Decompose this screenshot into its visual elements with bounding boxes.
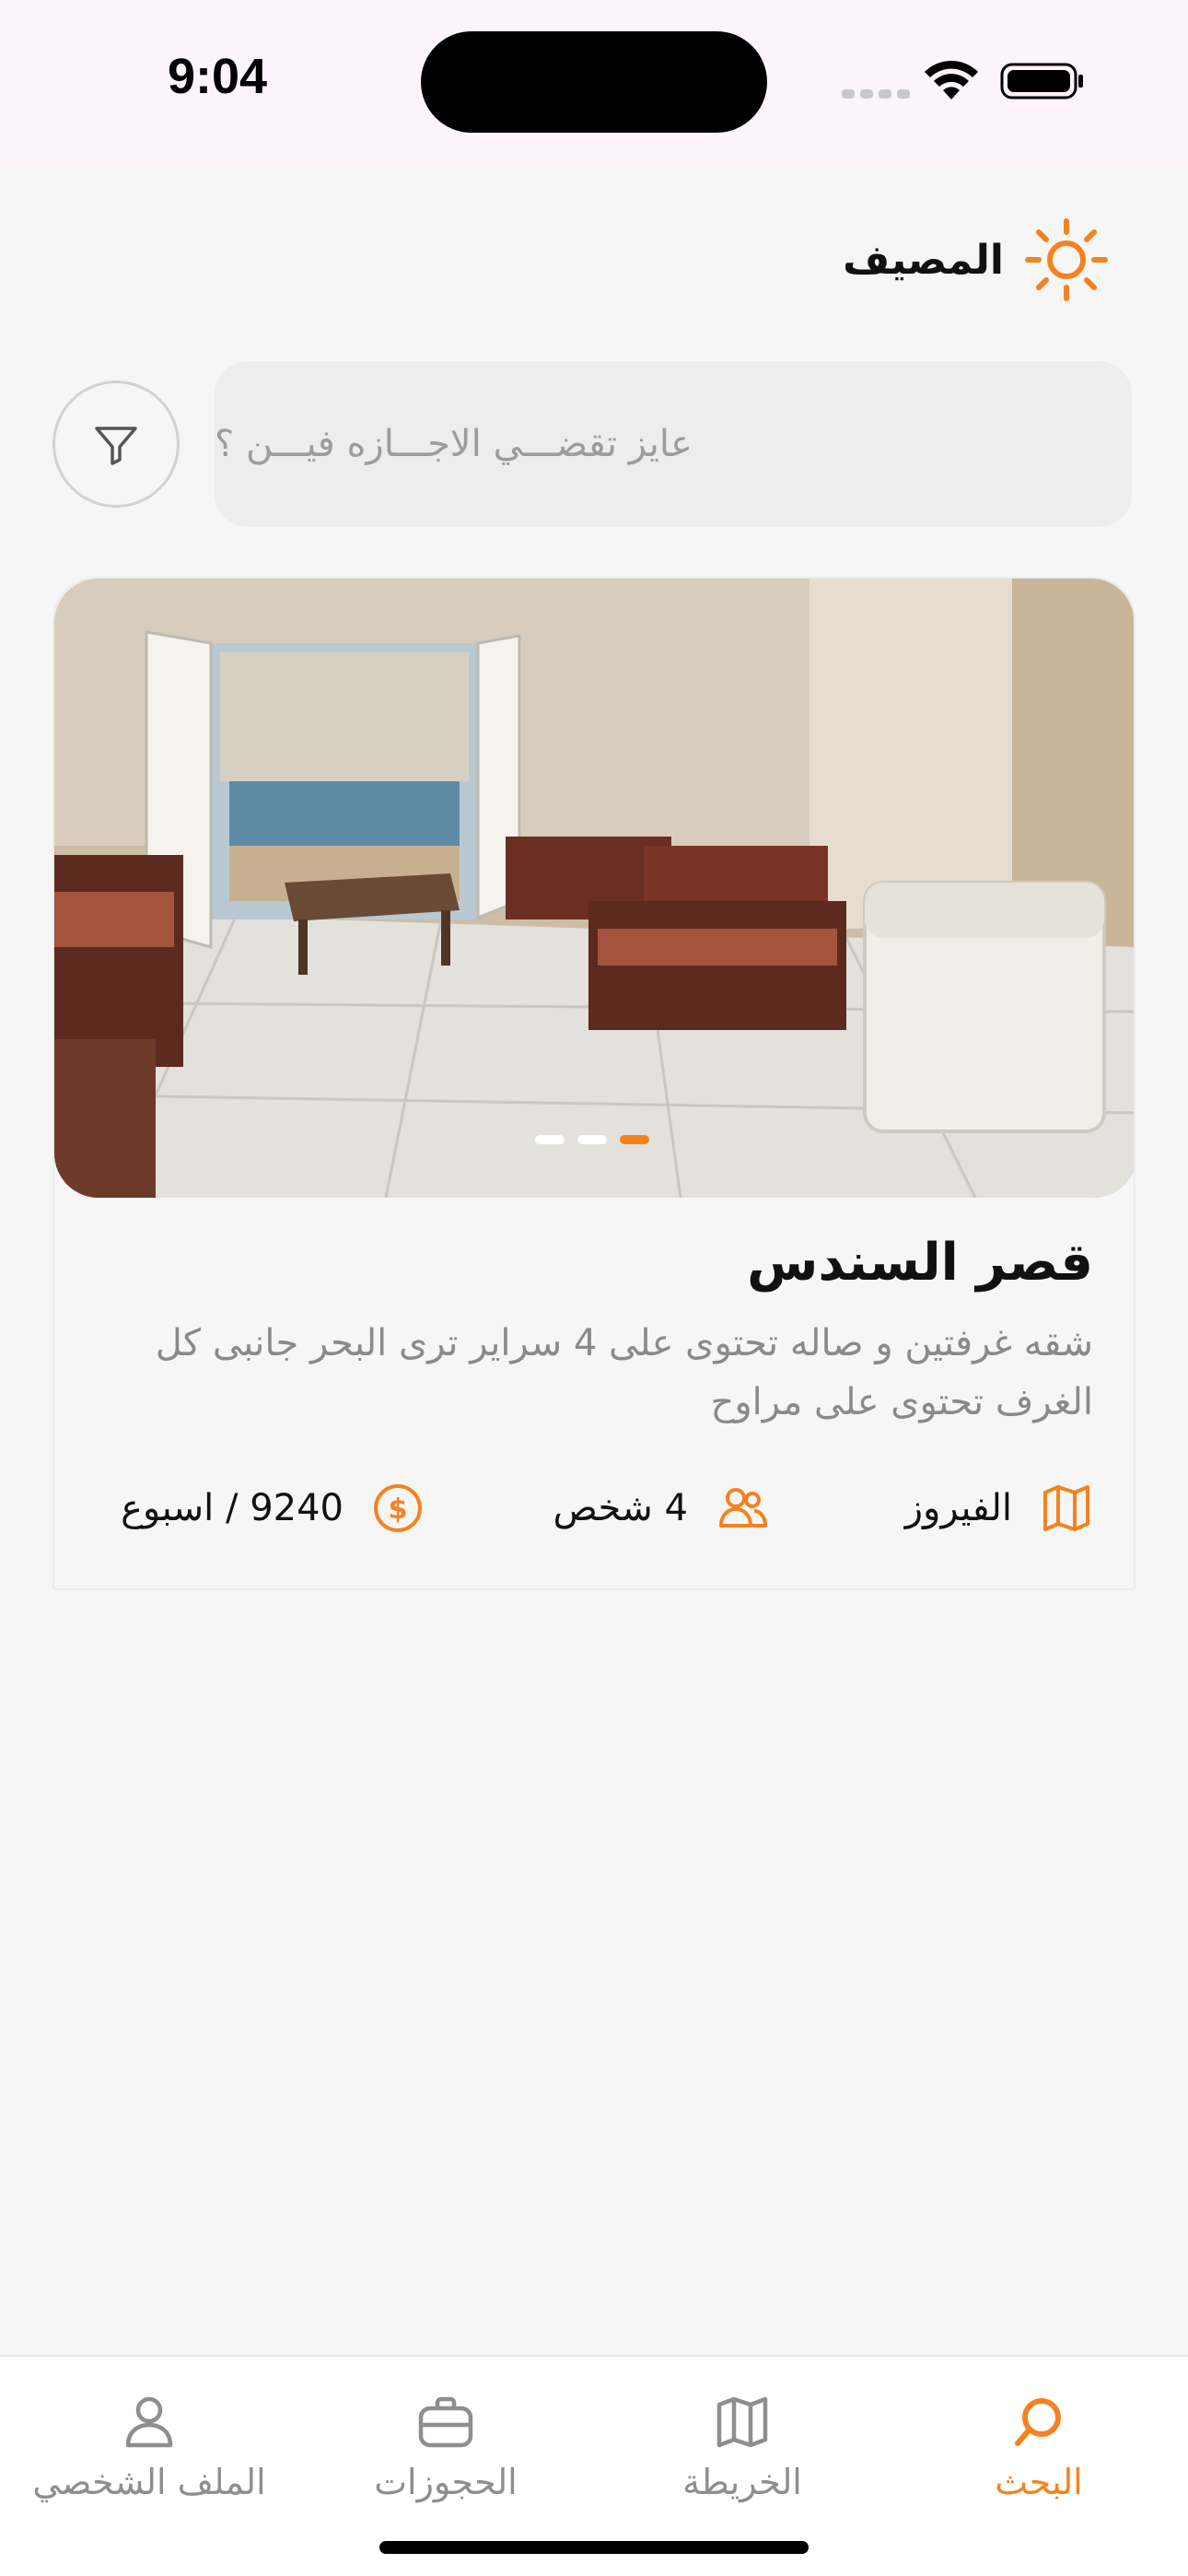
listing-photo-image — [54, 579, 1134, 1198]
listing-description: شقه غرفتين و صاله تحتوى على 4 سراير ترى … — [155, 1322, 1093, 1423]
users-icon — [719, 1488, 767, 1528]
cellular-signal-icon — [842, 85, 915, 102]
tab-bookings[interactable]: الحجوزات — [308, 2392, 584, 2502]
tab-profile-label: الملف الشخصي — [32, 2462, 266, 2502]
listing-price: $ 9240 / اسبوع — [121, 1481, 425, 1535]
filter-icon — [95, 427, 137, 465]
carousel-dot-active[interactable] — [620, 1135, 649, 1144]
wifi-icon — [925, 60, 978, 100]
app-logo: المصيف — [843, 216, 1111, 304]
guests-text: 4 شخص — [553, 1487, 688, 1529]
svg-text:$: $ — [389, 1493, 408, 1526]
battery-icon — [1000, 63, 1083, 100]
tab-profile[interactable]: الملف الشخصي — [11, 2392, 287, 2502]
listing-title: قصر السندس — [747, 1233, 1093, 1293]
map-icon — [716, 2396, 768, 2448]
location-text: الفيروز — [904, 1487, 1012, 1529]
carousel-indicator[interactable] — [535, 1135, 649, 1144]
map-icon — [1043, 1485, 1089, 1531]
status-time: 9:04 — [168, 49, 268, 104]
carousel-dot[interactable] — [577, 1135, 607, 1144]
briefcase-icon — [418, 2396, 473, 2448]
status-bar: 9:04 — [0, 0, 1188, 166]
carousel-dot[interactable] — [535, 1135, 565, 1144]
tab-map-label: الخريطة — [682, 2462, 802, 2502]
tab-bookings-label: الحجوزات — [374, 2462, 518, 2502]
listing-photo[interactable] — [54, 579, 1134, 1198]
listing-location: الفيروز — [905, 1481, 1093, 1535]
tab-map[interactable]: الخريطة — [604, 2392, 880, 2502]
listing-card[interactable]: قصر السندس شقه غرفتين و صاله تحتوى على 4… — [52, 577, 1136, 1590]
home-indicator — [379, 2541, 809, 2554]
listing-guests: 4 شخص — [553, 1481, 769, 1535]
dollar-icon: $ — [374, 1484, 422, 1532]
price-text: 9240 / اسبوع — [121, 1487, 344, 1529]
tab-search[interactable]: البحث — [901, 2392, 1177, 2502]
filter-button[interactable] — [52, 381, 180, 508]
app-name: المصيف — [843, 236, 1004, 284]
search-input[interactable]: عايز تقضـــي الاجـــازه فيـــن ؟ — [215, 361, 1132, 527]
search-placeholder: عايز تقضـــي الاجـــازه فيـــن ؟ — [215, 423, 693, 465]
sun-icon — [1025, 218, 1108, 301]
user-icon — [125, 2396, 173, 2448]
tab-search-label: البحث — [995, 2462, 1083, 2502]
search-icon — [1015, 2398, 1061, 2446]
dynamic-island — [421, 31, 767, 133]
